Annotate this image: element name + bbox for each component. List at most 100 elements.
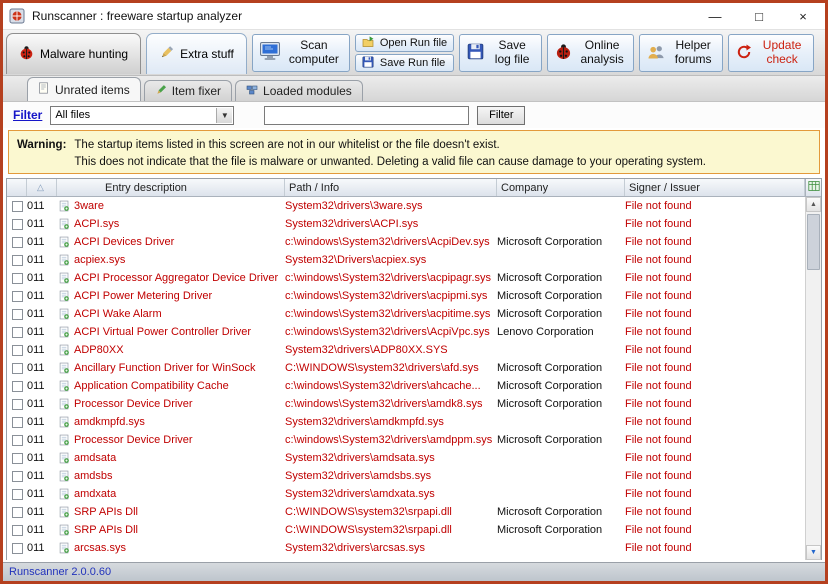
update-check-button[interactable]: Update check	[728, 34, 814, 72]
scroll-down-icon[interactable]: ▼	[806, 545, 821, 560]
header-company[interactable]: Company	[497, 179, 625, 196]
table-row[interactable]: 011 SRP APIs Dll C:\WINDOWS\system32\srp…	[7, 521, 821, 539]
company-name: Microsoft Corporation	[497, 272, 625, 284]
online-analysis-button[interactable]: Online analysis	[547, 34, 634, 72]
table-row[interactable]: 011 c:\windows\System32\drivers\... File…	[7, 557, 821, 560]
row-checkbox[interactable]	[12, 543, 23, 554]
table-row[interactable]: 011 amdkmpfd.sys System32\drivers\amdkmp…	[7, 413, 821, 431]
row-rating: 011	[27, 362, 57, 374]
table-row[interactable]: 011 ACPI Devices Driver c:\windows\Syste…	[7, 233, 821, 251]
signer-issuer: File not found	[625, 488, 805, 500]
table-row[interactable]: 011 ACPI Wake Alarm c:\windows\System32\…	[7, 305, 821, 323]
scroll-up-icon[interactable]: ▲	[806, 197, 821, 212]
row-checkbox[interactable]	[12, 471, 23, 482]
row-checkbox[interactable]	[12, 525, 23, 536]
row-checkbox[interactable]	[12, 507, 23, 518]
table-row[interactable]: 011 3ware System32\drivers\3ware.sys Fil…	[7, 197, 821, 215]
vertical-scrollbar[interactable]: ▲ ▼	[805, 197, 821, 560]
save-run-file-button[interactable]: Save Run file	[355, 54, 454, 72]
row-checkbox[interactable]	[12, 399, 23, 410]
table-row[interactable]: 011 Processor Device Driver c:\windows\S…	[7, 431, 821, 449]
modules-icon	[246, 84, 258, 99]
table-row[interactable]: 011 ACPI.sys System32\drivers\ACPI.sys F…	[7, 215, 821, 233]
select-value: All files	[55, 109, 90, 121]
filter-text-input[interactable]	[264, 106, 469, 125]
pencil-icon	[159, 45, 174, 63]
table-row[interactable]: 011 amdsata System32\drivers\amdsata.sys…	[7, 449, 821, 467]
row-checkbox[interactable]	[12, 219, 23, 230]
minimize-button[interactable]: —	[693, 3, 737, 29]
row-checkbox[interactable]	[12, 489, 23, 500]
row-checkbox[interactable]	[12, 273, 23, 284]
open-file-icon	[362, 36, 374, 51]
scrollbar-thumb[interactable]	[807, 214, 820, 270]
tab-extra-stuff[interactable]: Extra stuff	[146, 33, 247, 74]
tab-loaded-modules[interactable]: Loaded modules	[235, 80, 363, 101]
header-rating-column[interactable]: △	[27, 179, 57, 196]
row-rating: 011	[27, 506, 57, 518]
table-row[interactable]: 011 amdsbs System32\drivers\amdsbs.sys F…	[7, 467, 821, 485]
save-log-file-button[interactable]: Save log file	[459, 34, 542, 72]
table-row[interactable]: 011 ADP80XX System32\drivers\ADP80XX.SYS…	[7, 341, 821, 359]
row-checkbox[interactable]	[12, 381, 23, 392]
row-checkbox[interactable]	[12, 201, 23, 212]
company-name: Microsoft Corporation	[497, 380, 625, 392]
signer-issuer: File not found	[625, 290, 805, 302]
entry-description: SRP APIs Dll	[74, 524, 138, 536]
table-row[interactable]: 011 Processor Device Driver c:\windows\S…	[7, 395, 821, 413]
entry-description: Ancillary Function Driver for WinSock	[74, 362, 256, 374]
row-rating: 011	[27, 470, 57, 482]
tab-unrated-items[interactable]: Unrated items	[27, 77, 141, 101]
file-icon	[59, 308, 70, 320]
scan-computer-button[interactable]: Scan computer	[252, 34, 350, 72]
row-rating: 011	[27, 380, 57, 392]
filter-type-select[interactable]: All files ▼	[50, 106, 234, 125]
tab-item-fixer[interactable]: Item fixer	[144, 80, 232, 101]
row-checkbox[interactable]	[12, 237, 23, 248]
path-info: System32\drivers\arcsas.sys	[285, 542, 497, 554]
helper-forums-button[interactable]: Helper forums	[639, 34, 723, 72]
file-icon	[59, 470, 70, 482]
table-row[interactable]: 011 Ancillary Function Driver for WinSoc…	[7, 359, 821, 377]
row-checkbox[interactable]	[12, 417, 23, 428]
row-checkbox[interactable]	[12, 255, 23, 266]
signer-issuer: File not found	[625, 272, 805, 284]
bug-globe-icon	[555, 43, 572, 63]
table-row[interactable]: 011 amdxata System32\drivers\amdxata.sys…	[7, 485, 821, 503]
row-checkbox[interactable]	[12, 327, 23, 338]
row-checkbox[interactable]	[12, 291, 23, 302]
table-row[interactable]: 011 SRP APIs Dll C:\WINDOWS\system32\srp…	[7, 503, 821, 521]
open-run-file-button[interactable]: Open Run file	[355, 34, 454, 52]
row-checkbox[interactable]	[12, 453, 23, 464]
filter-link[interactable]: Filter	[13, 108, 42, 122]
chevron-down-icon[interactable]: ▼	[216, 108, 232, 123]
file-icon	[59, 542, 70, 554]
signer-issuer: File not found	[625, 308, 805, 320]
table-row[interactable]: 011 acpiex.sys System32\Drivers\acpiex.s…	[7, 251, 821, 269]
table-row[interactable]: 011 Application Compatibility Cache c:\w…	[7, 377, 821, 395]
header-signer-issuer[interactable]: Signer / Issuer	[625, 179, 805, 196]
column-customize-button[interactable]	[805, 179, 821, 196]
table-row[interactable]: 011 ACPI Virtual Power Controller Driver…	[7, 323, 821, 341]
signer-issuer: File not found	[625, 344, 805, 356]
filter-bar: Filter All files ▼ Filter	[3, 102, 825, 128]
header-entry-description[interactable]: Entry description	[57, 179, 285, 196]
entry-description: amdkmpfd.sys	[74, 416, 145, 428]
row-checkbox[interactable]	[12, 363, 23, 374]
entry-description: amdsbs	[74, 470, 113, 482]
table-row[interactable]: 011 ACPI Power Metering Driver c:\window…	[7, 287, 821, 305]
tab-malware-hunting[interactable]: Malware hunting	[6, 33, 141, 74]
button-label: Scan computer	[286, 39, 342, 67]
table-row[interactable]: 011 ACPI Processor Aggregator Device Dri…	[7, 269, 821, 287]
filter-button[interactable]: Filter	[477, 106, 525, 125]
close-button[interactable]: ×	[781, 3, 825, 29]
maximize-button[interactable]: □	[737, 3, 781, 29]
entry-description: ACPI Wake Alarm	[74, 308, 162, 320]
header-path-info[interactable]: Path / Info	[285, 179, 497, 196]
file-icon	[59, 434, 70, 446]
row-checkbox[interactable]	[12, 435, 23, 446]
row-rating: 011	[27, 290, 57, 302]
row-checkbox[interactable]	[12, 345, 23, 356]
row-checkbox[interactable]	[12, 309, 23, 320]
table-row[interactable]: 011 arcsas.sys System32\drivers\arcsas.s…	[7, 539, 821, 557]
